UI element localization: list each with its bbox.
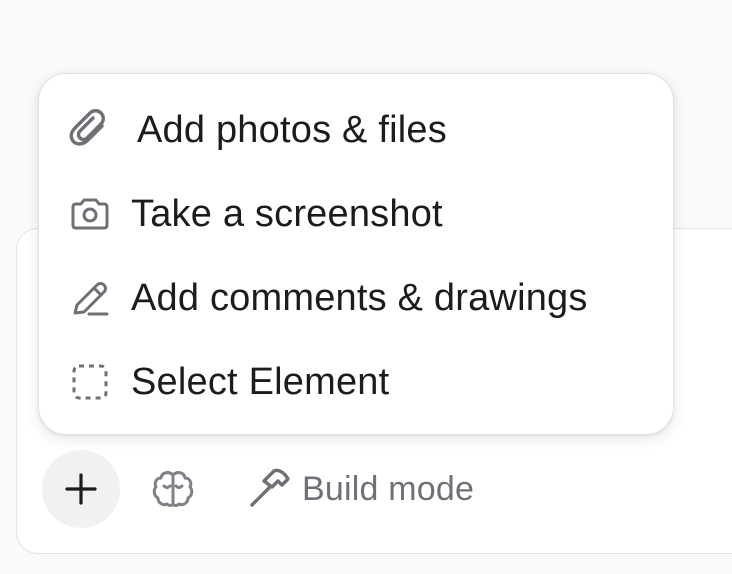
menu-item-label: Select Element [131,360,390,403]
brain-icon [151,469,195,509]
add-attachment-button[interactable] [42,450,120,528]
paperclip-icon [67,107,113,153]
hammer-icon [246,467,292,511]
menu-item-label: Add photos & files [137,108,447,151]
build-mode-button[interactable]: Build mode [246,464,474,514]
dashed-square-icon [67,359,113,405]
menu-item-add-photos-files[interactable]: Add photos & files [39,92,673,168]
pencil-icon [67,275,113,321]
plus-icon [64,472,98,506]
build-mode-label: Build mode [302,469,475,508]
menu-item-select-element[interactable]: Select Element [39,344,673,420]
attachment-menu: Add photos & files Take a screenshot Add… [38,73,674,435]
menu-item-label: Take a screenshot [131,192,443,235]
think-mode-button[interactable] [148,466,198,512]
menu-item-add-comments-drawings[interactable]: Add comments & drawings [39,260,673,336]
camera-icon [67,191,113,237]
menu-item-label: Add comments & drawings [131,276,588,319]
menu-item-take-screenshot[interactable]: Take a screenshot [39,176,673,252]
